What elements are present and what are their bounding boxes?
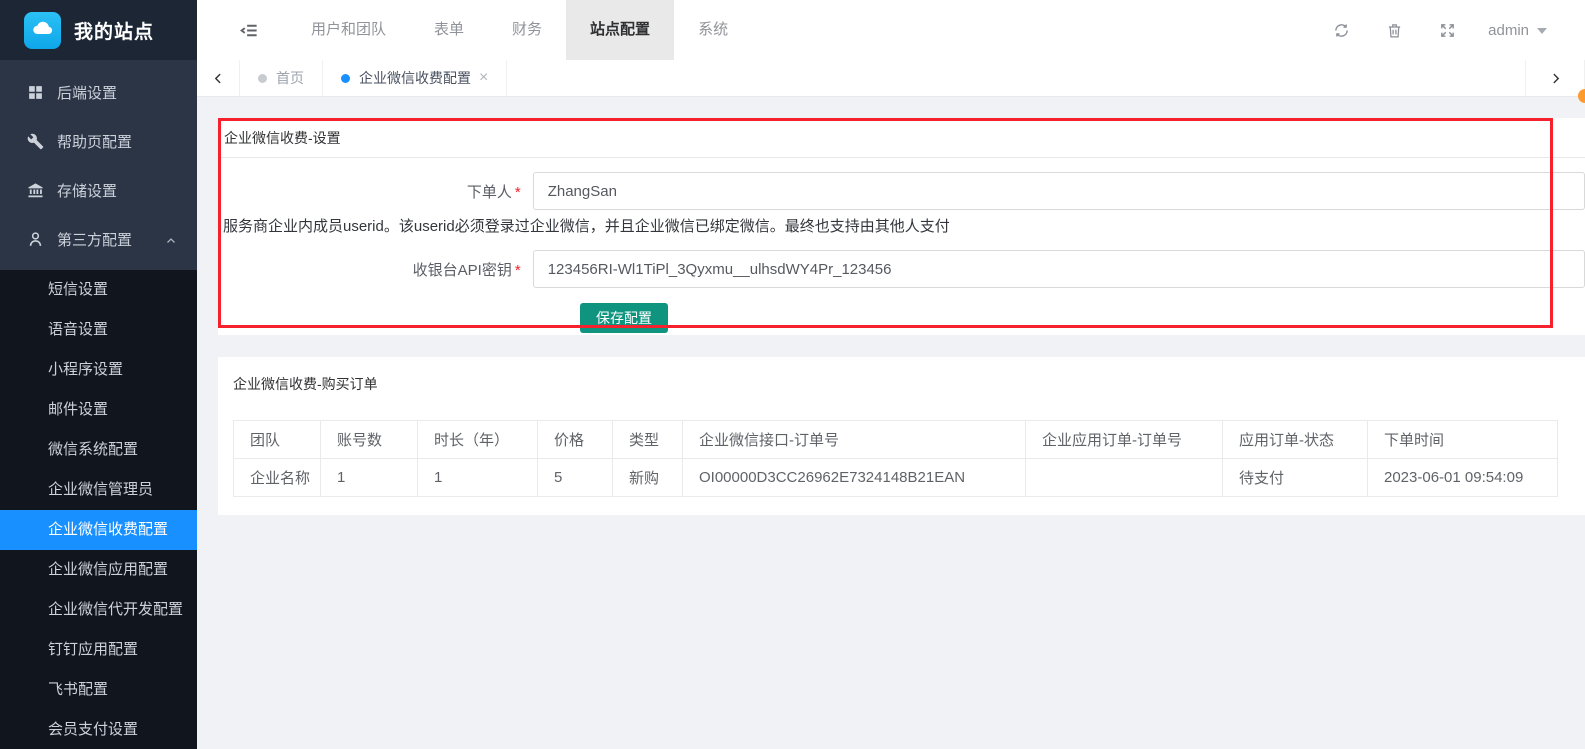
nav-forms[interactable]: 表单 xyxy=(410,0,488,60)
required-asterisk: * xyxy=(515,184,521,201)
user-menu[interactable]: admin xyxy=(1488,22,1547,39)
tab-dot xyxy=(258,74,267,83)
submenu-item-member-pay[interactable]: 会员支付设置 xyxy=(0,710,197,749)
col-duration: 时长（年） xyxy=(418,421,538,459)
sidebar-item-label: 存储设置 xyxy=(57,180,117,201)
orders-panel: 企业微信收费-购买订单 团队 账号数 时长（年） 价格 类型 企业微信接口-订单… xyxy=(218,357,1585,515)
trash-icon[interactable] xyxy=(1386,22,1403,39)
refresh-icon[interactable] xyxy=(1333,22,1350,39)
submenu-item-sms[interactable]: 短信设置 xyxy=(0,270,197,310)
api-key-row: 收银台API密钥* xyxy=(218,250,1585,288)
settings-panel-title: 企业微信收费-设置 xyxy=(218,118,1585,158)
app-title: 我的站点 xyxy=(74,17,154,44)
tab-label: 企业微信收费配置 xyxy=(359,68,471,88)
sidebar: 我的站点 后端设置 帮助页配置 存储设置 第三方配置 xyxy=(0,0,197,749)
col-order-time: 下单时间 xyxy=(1368,421,1558,459)
menu-fold-icon[interactable] xyxy=(240,21,259,40)
orderer-input[interactable] xyxy=(533,172,1585,210)
username: admin xyxy=(1488,22,1529,39)
bank-icon xyxy=(27,182,44,199)
sidebar-item-storage[interactable]: 存储设置 xyxy=(0,166,197,215)
tab-home[interactable]: 首页 xyxy=(240,60,323,96)
tab-strip: 首页 企业微信收费配置 × xyxy=(197,60,1585,97)
fullscreen-icon[interactable] xyxy=(1439,22,1456,39)
submenu-item-wecom-admin[interactable]: 企业微信管理员 xyxy=(0,470,197,510)
submenu-item-wechat-system[interactable]: 微信系统配置 xyxy=(0,430,197,470)
cell-order-time: 2023-06-01 09:54:09 xyxy=(1368,459,1558,497)
sidebar-menu: 后端设置 帮助页配置 存储设置 第三方配置 xyxy=(0,60,197,270)
cloud-logo-icon xyxy=(24,12,61,49)
col-type: 类型 xyxy=(613,421,683,459)
field-label-text: 收银台API密钥 xyxy=(413,262,512,279)
api-key-input[interactable] xyxy=(533,250,1585,288)
orders-header-row: 团队 账号数 时长（年） 价格 类型 企业微信接口-订单号 企业应用订单-订单号… xyxy=(234,421,1558,459)
cell-app-order-status: 待支付 xyxy=(1223,459,1368,497)
cell-price: 5 xyxy=(538,459,613,497)
wrench-icon xyxy=(27,133,44,150)
col-app-order-status: 应用订单-状态 xyxy=(1223,421,1368,459)
sidebar-item-backend[interactable]: 后端设置 xyxy=(0,68,197,117)
cell-duration: 1 xyxy=(418,459,538,497)
field-label-text: 下单人 xyxy=(467,184,512,201)
cell-app-order-no xyxy=(1026,459,1223,497)
required-asterisk: * xyxy=(515,262,521,279)
sidebar-item-label: 后端设置 xyxy=(57,82,117,103)
cell-team: 企业名称 xyxy=(234,459,321,497)
main-area: 用户和团队 表单 财务 站点配置 系统 admin xyxy=(197,0,1585,749)
submenu-item-voice[interactable]: 语音设置 xyxy=(0,310,197,350)
orderer-label: 下单人* xyxy=(218,181,521,202)
sidebar-item-help-page[interactable]: 帮助页配置 xyxy=(0,117,197,166)
tabs-scroll-left[interactable] xyxy=(197,60,240,96)
grid-icon xyxy=(27,84,44,101)
logo-bar[interactable]: 我的站点 xyxy=(0,0,197,60)
col-app-order-no: 企业应用订单-订单号 xyxy=(1026,421,1223,459)
save-config-button[interactable]: 保存配置 xyxy=(580,303,668,333)
cell-wecom-order-no: OI00000D3CC26962E7324148B21EAN xyxy=(683,459,1026,497)
submenu-item-mail[interactable]: 邮件设置 xyxy=(0,390,197,430)
close-icon[interactable]: × xyxy=(479,70,488,86)
submenu-item-wecom-dev[interactable]: 企业微信代开发配置 xyxy=(0,590,197,630)
partial-floating-icon[interactable] xyxy=(1578,89,1585,103)
orders-data-row: 企业名称 1 1 5 新购 OI00000D3CC26962E7324148B2… xyxy=(234,459,1558,497)
tabs-scroll-right[interactable] xyxy=(1525,60,1585,96)
top-actions: admin xyxy=(1297,22,1585,39)
sidebar-item-label: 第三方配置 xyxy=(57,229,132,250)
tab-wecom-billing-config[interactable]: 企业微信收费配置 × xyxy=(323,60,507,96)
col-team: 团队 xyxy=(234,421,321,459)
chevron-up-icon xyxy=(165,234,177,246)
chevron-down-icon xyxy=(1537,28,1547,39)
user-icon xyxy=(27,231,44,248)
col-account-count: 账号数 xyxy=(321,421,418,459)
submenu-item-wecom-app[interactable]: 企业微信应用配置 xyxy=(0,550,197,590)
settings-panel: 企业微信收费-设置 下单人* 服务商企业内成员userid。该userid必须登… xyxy=(218,118,1585,335)
tab-label: 首页 xyxy=(276,68,304,88)
submenu-item-feishu[interactable]: 飞书配置 xyxy=(0,670,197,710)
col-wecom-order-no: 企业微信接口-订单号 xyxy=(683,421,1026,459)
orderer-row: 下单人* xyxy=(218,172,1585,210)
top-bar: 用户和团队 表单 财务 站点配置 系统 admin xyxy=(197,0,1585,60)
top-nav: 用户和团队 表单 财务 站点配置 系统 xyxy=(287,0,752,60)
nav-finance[interactable]: 财务 xyxy=(488,0,566,60)
nav-system[interactable]: 系统 xyxy=(674,0,752,60)
cell-account-count: 1 xyxy=(321,459,418,497)
nav-site-config[interactable]: 站点配置 xyxy=(566,0,674,60)
nav-users-teams[interactable]: 用户和团队 xyxy=(287,0,410,60)
api-key-label: 收银台API密钥* xyxy=(218,259,521,280)
sidebar-item-label: 帮助页配置 xyxy=(57,131,132,152)
submenu-item-wecom-billing[interactable]: 企业微信收费配置 xyxy=(0,510,197,550)
orders-table: 团队 账号数 时长（年） 价格 类型 企业微信接口-订单号 企业应用订单-订单号… xyxy=(233,420,1558,497)
col-price: 价格 xyxy=(538,421,613,459)
sidebar-item-third-party[interactable]: 第三方配置 xyxy=(0,215,197,264)
submenu-item-dingtalk[interactable]: 钉钉应用配置 xyxy=(0,630,197,670)
sidebar-submenu: 短信设置 语音设置 小程序设置 邮件设置 微信系统配置 企业微信管理员 企业微信… xyxy=(0,270,197,749)
page-content: 企业微信收费-设置 下单人* 服务商企业内成员userid。该userid必须登… xyxy=(197,97,1585,749)
submenu-item-miniprogram[interactable]: 小程序设置 xyxy=(0,350,197,390)
tab-dot xyxy=(341,74,350,83)
orderer-help-text: 服务商企业内成员userid。该userid必须登录过企业微信，并且企业微信已绑… xyxy=(218,210,1585,236)
cell-type: 新购 xyxy=(613,459,683,497)
orders-panel-title: 企业微信收费-购买订单 xyxy=(233,374,1585,394)
